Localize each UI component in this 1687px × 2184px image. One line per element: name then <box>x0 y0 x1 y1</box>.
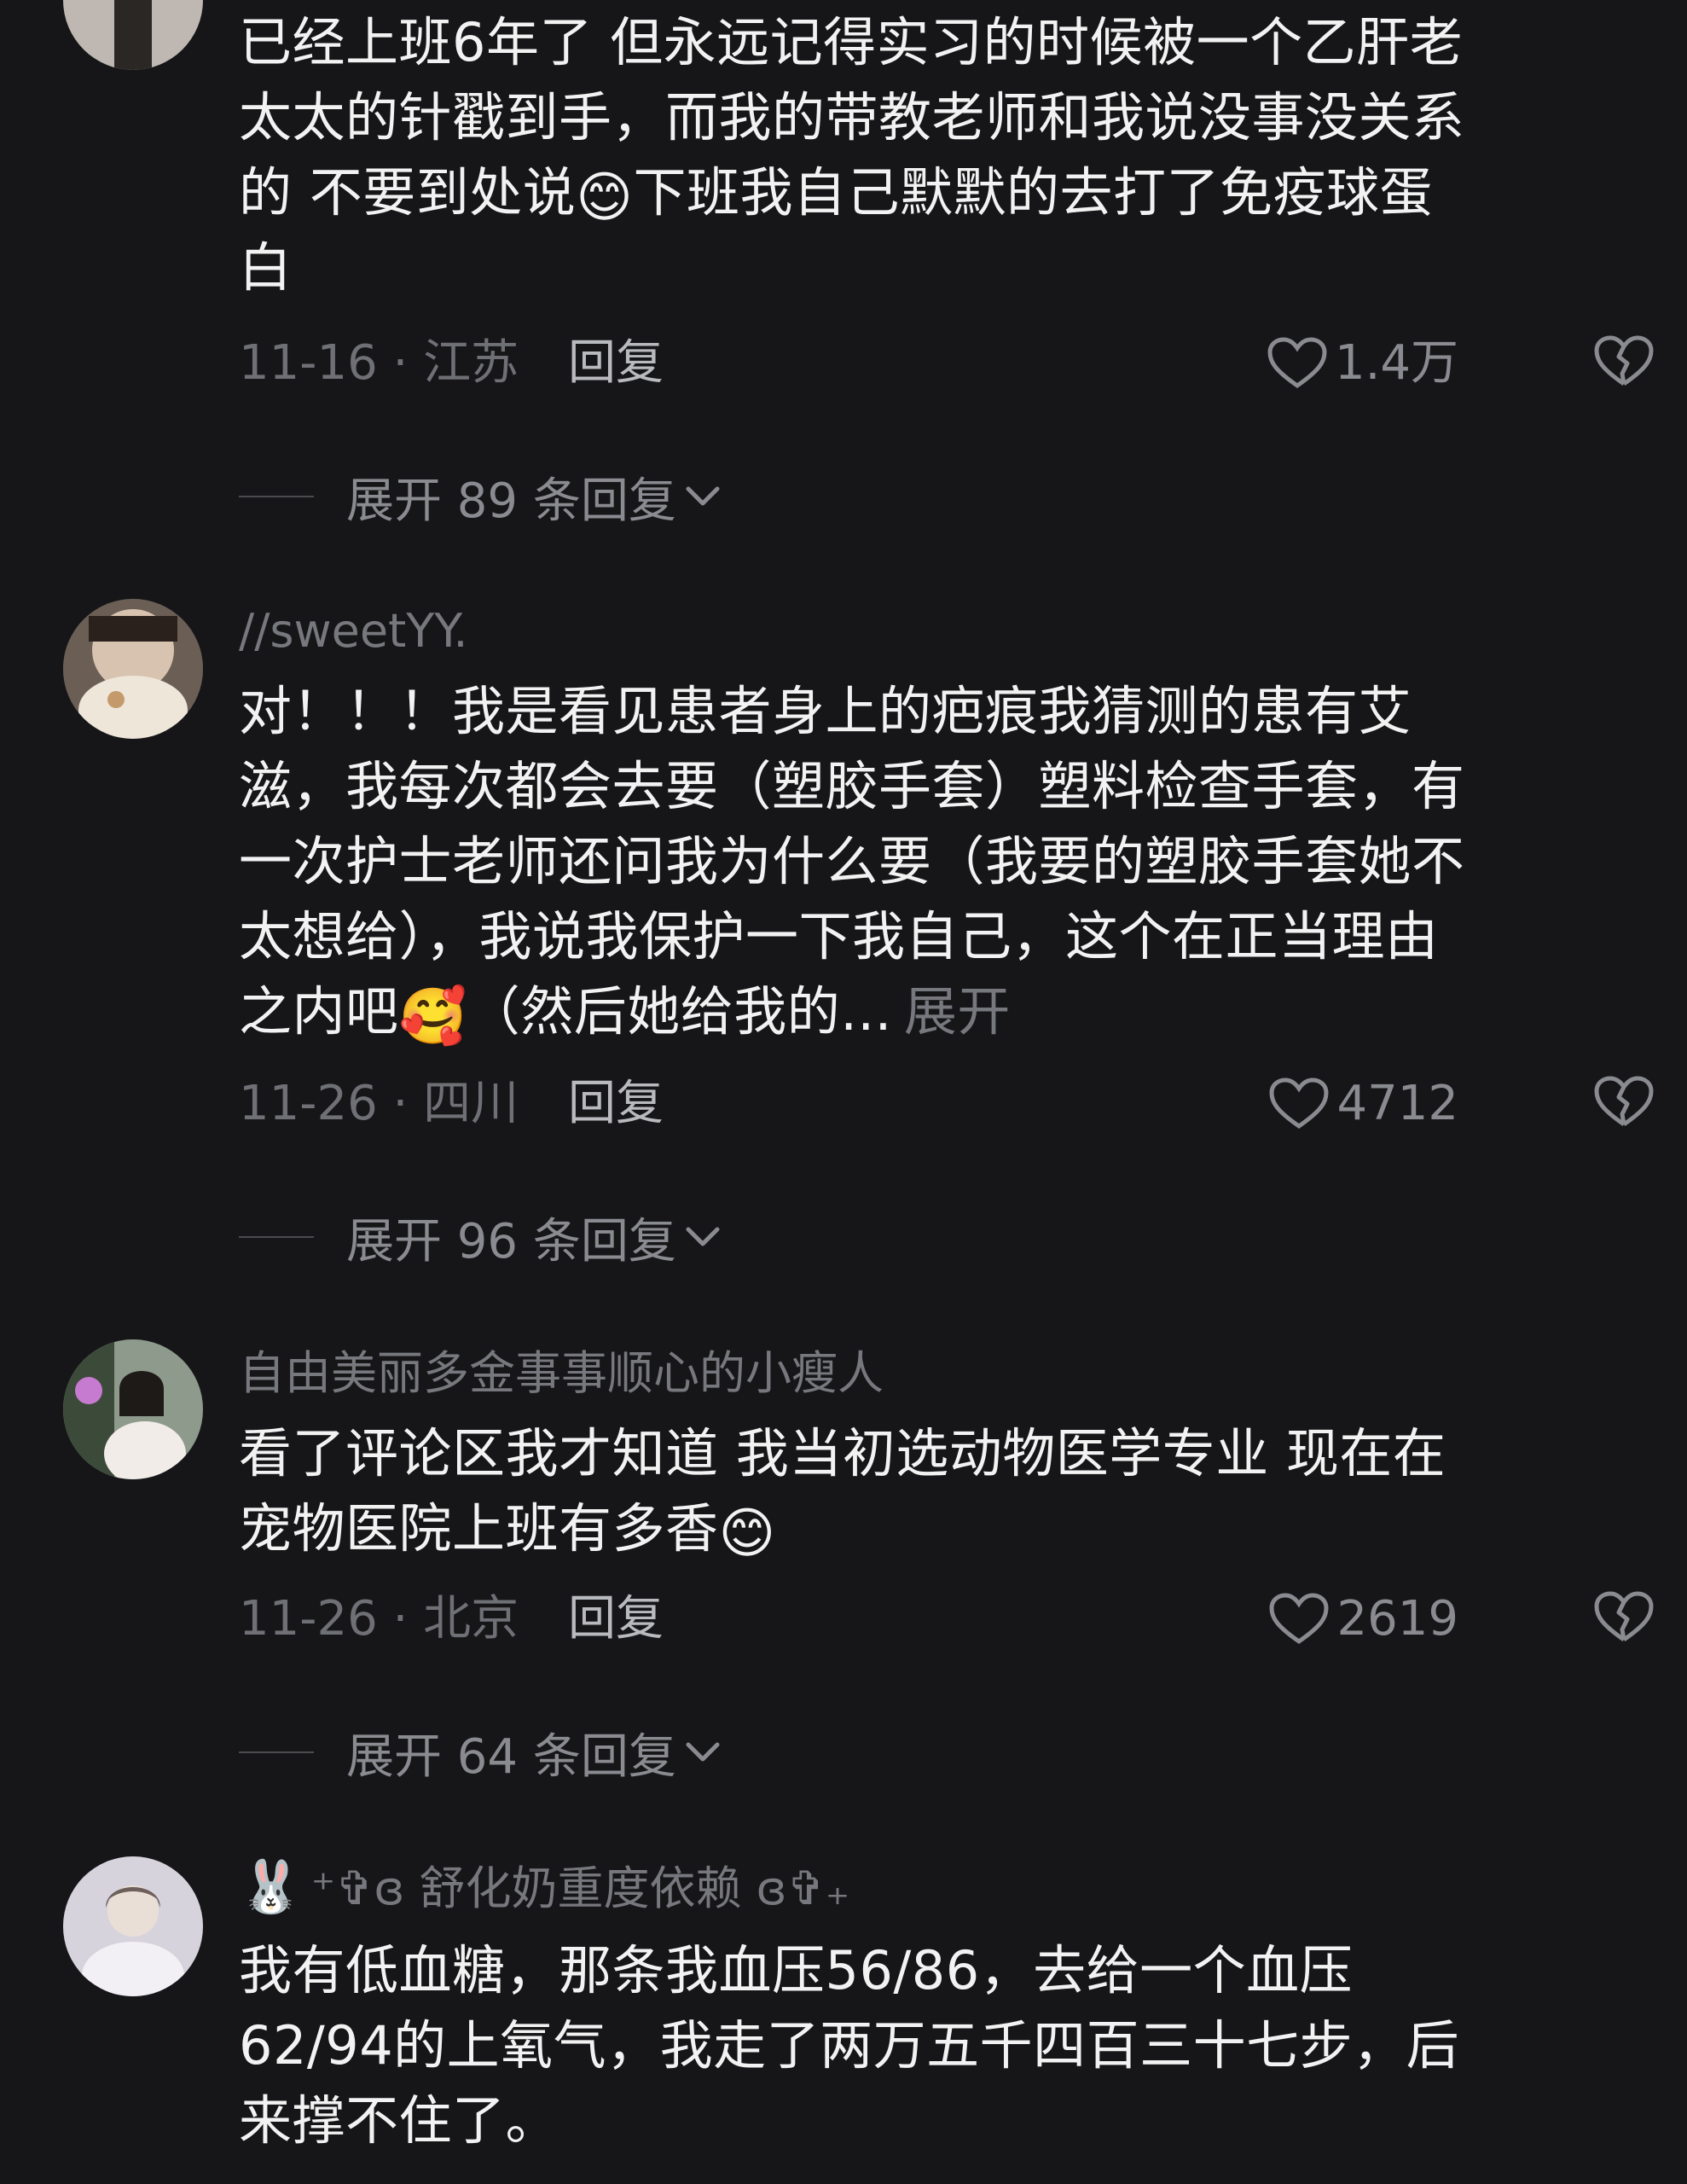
reply-button[interactable]: 回复 <box>568 329 664 398</box>
expand-replies-label: 展开 89 条回复 <box>346 473 676 529</box>
like-button[interactable]: 1.4万 <box>1267 329 1458 398</box>
like-count: 1.4万 <box>1334 335 1458 391</box>
chevron-down-icon <box>686 486 720 506</box>
comment-line: 看了评论区我才知道 我当初选动物医学专业 现在在 <box>239 1422 1446 1484</box>
comment-text: 已经上班6年了 但永远记得实习的时候被一个乙肝老 太太的针戳到手，而我的带教老师… <box>239 5 1638 305</box>
comment-line: 一次护士老师还问我为什么要（我要的塑胶手套她不 <box>239 830 1465 892</box>
expand-replies-button[interactable]: 展开 89 条回复 <box>239 462 722 531</box>
smile-emoji-icon: 😊 <box>718 1502 776 1565</box>
comment-line: 之内吧 <box>239 980 399 1043</box>
like-count: 4712 <box>1336 1076 1458 1131</box>
reply-button[interactable]: 回复 <box>568 1070 664 1138</box>
comment-line: 太太的针戳到手，而我的带教老师和我说没事没关系 <box>239 86 1465 148</box>
avatar[interactable] <box>63 1856 203 1996</box>
chevron-down-icon <box>686 1742 720 1762</box>
expand-replies-label: 展开 64 条回复 <box>346 1728 676 1785</box>
date-location: 11-26 · 四川 <box>239 1076 519 1131</box>
username[interactable]: 🐰 ⁺✞ɞ 舒化奶重度依赖 ɞ✞₊ <box>239 1860 849 1916</box>
comment-line: 对！！！我是看见患者身上的疤痕我猜测的患有艾 <box>239 680 1412 742</box>
comment-line: 滋，我每次都会去要（塑胶手套）塑料检查手套，有 <box>239 755 1465 817</box>
dislike-button[interactable] <box>1593 1590 1655 1664</box>
heart-icon <box>1269 1077 1329 1130</box>
comment-line: 白 <box>239 236 293 299</box>
expand-replies-button[interactable]: 展开 64 条回复 <box>239 1718 722 1786</box>
reply-button[interactable]: 回复 <box>568 1585 664 1653</box>
comment-meta: 11-26 · 北京 回复 2619 <box>239 1585 1654 1653</box>
broken-heart-icon <box>1594 1591 1654 1642</box>
heart-icon <box>1269 1593 1329 1645</box>
comment-line: 的 不要到处说 <box>239 161 577 224</box>
dislike-button[interactable] <box>1593 334 1655 408</box>
dislike-button[interactable] <box>1593 1075 1655 1148</box>
heart-icon <box>1267 337 1327 389</box>
username[interactable]: 自由美丽多金事事顺心的小瘦人 <box>239 1346 884 1401</box>
blush-emoji-icon: 🥰 <box>398 985 467 1048</box>
date-location: 11-26 · 北京 <box>239 1591 519 1647</box>
comment-line: （然后她给我的... <box>467 980 892 1043</box>
like-button[interactable]: 4712 <box>1268 1070 1458 1138</box>
broken-heart-icon <box>1594 1076 1654 1127</box>
comment-text: 我有低血糖，那条我血压56/86，去给一个血压 62/94的上氧气，我走了两万五… <box>239 1933 1638 2158</box>
broken-heart-icon <box>1594 335 1654 386</box>
expand-replies-label: 展开 96 条回复 <box>346 1213 676 1269</box>
comment-line: 下班我自己默默的去打了免疫球蛋 <box>633 161 1433 224</box>
date-location: 11-16 · 江苏 <box>239 335 519 391</box>
chevron-down-icon <box>686 1227 720 1246</box>
divider <box>239 1751 314 1753</box>
like-count: 2619 <box>1336 1591 1458 1647</box>
username[interactable]: //sweetYY. <box>239 604 468 659</box>
expand-text-link[interactable]: 展开 <box>904 980 1011 1043</box>
divider <box>239 496 314 497</box>
comment-text: 看了评论区我才知道 我当初选动物医学专业 现在在 宠物医院上班有多香😊 <box>239 1416 1638 1566</box>
divider <box>239 1236 314 1238</box>
comment-line: 来撑不住了。 <box>239 2089 559 2152</box>
comment-text: 对！！！我是看见患者身上的疤痕我猜测的患有艾 滋，我每次都会去要（塑胶手套）塑料… <box>239 674 1638 1049</box>
comment-meta: 11-16 · 江苏 回复 1.4万 <box>239 329 1654 398</box>
comment-meta: 11-26 · 四川 回复 4712 <box>239 1070 1654 1138</box>
avatar[interactable] <box>63 599 203 739</box>
comment-line: 已经上班6年了 但永远记得实习的时候被一个乙肝老 <box>239 11 1464 73</box>
expand-replies-button[interactable]: 展开 96 条回复 <box>239 1203 722 1271</box>
comment-line: 宠物医院上班有多香 <box>239 1497 719 1560</box>
comment-line: 62/94的上氧气，我走了两万五千四百三十七步，后 <box>239 2014 1460 2077</box>
bunny-emoji-icon: 🐰 <box>239 1857 303 1917</box>
username-text: ⁺✞ɞ 舒化奶重度依赖 ɞ✞₊ <box>310 1862 850 1915</box>
avatar[interactable] <box>63 1339 203 1479</box>
avatar[interactable] <box>63 0 203 70</box>
smile-emoji-icon: 😊 <box>576 166 634 229</box>
like-button[interactable]: 2619 <box>1268 1585 1458 1653</box>
comment-line: 太想给），我说我保护一下我自己，这个在正当理由 <box>239 905 1439 967</box>
comment-line: 我有低血糖，那条我血压56/86，去给一个血压 <box>239 1939 1354 2001</box>
